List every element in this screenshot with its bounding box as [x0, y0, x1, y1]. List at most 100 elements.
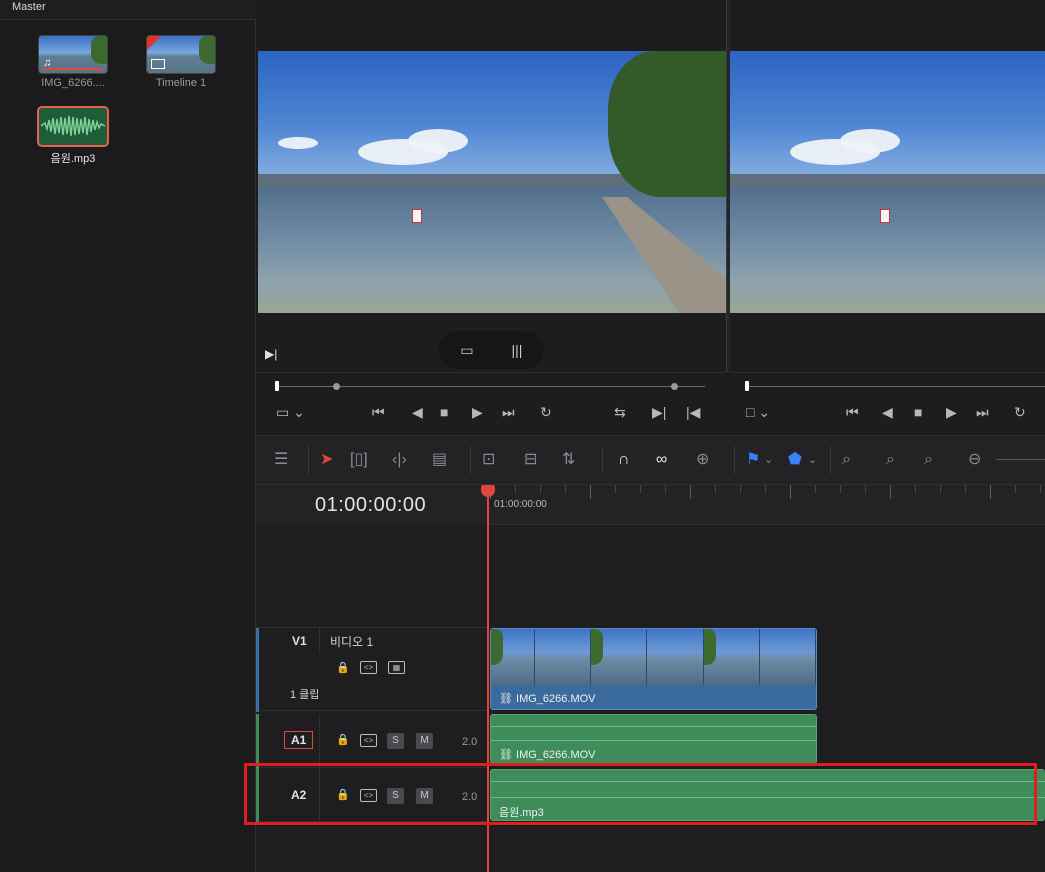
timeline-scrub-handle[interactable]: [745, 381, 749, 391]
ruler-tick: [815, 485, 816, 493]
lock-icon[interactable]: 🔒: [336, 661, 350, 674]
track-color-bar: [256, 714, 259, 768]
reverse-icon[interactable]: ◀: [882, 404, 893, 421]
timeline-badge-icon: [147, 36, 161, 50]
linked-selection-icon[interactable]: ∞: [656, 450, 667, 470]
ruler-tick: [790, 485, 791, 499]
source-viewer-image: [258, 51, 726, 313]
music-note-icon: ♫: [43, 57, 52, 69]
auto-select-icon[interactable]: <>: [360, 661, 377, 674]
first-frame-icon[interactable]: ⏮: [372, 404, 385, 421]
auto-select-icon[interactable]: <>: [360, 734, 377, 747]
timeline-scrub-bar[interactable]: [747, 386, 1045, 387]
waveform-icon: [40, 115, 106, 137]
overwrite-clip-icon[interactable]: ⊟: [524, 450, 537, 470]
solo-button[interactable]: S: [387, 733, 404, 749]
ruler-tick: [965, 485, 966, 493]
ruler-tick: [1040, 485, 1041, 493]
timeline-viewer: [730, 0, 1045, 372]
loop-icon[interactable]: ↻: [540, 404, 552, 421]
ruler-tick: [890, 485, 891, 499]
play-icon[interactable]: ▶: [472, 404, 483, 421]
ruler-tick: [915, 485, 916, 493]
track-header-v1[interactable]: V1 비디오 1 🔒 <> ▦ 1 클립: [256, 627, 488, 712]
mute-button[interactable]: M: [416, 733, 433, 749]
media-pool-item-timeline[interactable]: Timeline 1: [136, 35, 226, 89]
play-icon[interactable]: ▶: [946, 404, 957, 421]
loop-icon[interactable]: ↻: [1014, 404, 1026, 421]
chevron-down-icon[interactable]: ⌄: [764, 450, 773, 470]
timeline-view-options-icon[interactable]: ☰: [274, 450, 288, 470]
timeline-transport: □ ⌄ ⏮ ◀ ■ ▶ ⏭ ↻: [746, 404, 1045, 426]
video-clip[interactable]: ⛓ IMG_6266.MOV: [490, 628, 817, 710]
timeline-ruler[interactable]: 01:00:00:00: [488, 485, 1045, 525]
marker-icon[interactable]: ⬟: [788, 450, 802, 470]
match-frame-icon[interactable]: ⇆: [614, 404, 626, 421]
first-frame-icon[interactable]: ⏮: [846, 404, 859, 421]
last-frame-icon[interactable]: ⏭: [502, 404, 515, 421]
source-scrub-bar[interactable]: [277, 386, 705, 387]
waveform-icon[interactable]: |||: [491, 331, 543, 369]
ruler-tick: [515, 485, 516, 493]
clip-view-icon[interactable]: ▭ ⌄: [276, 404, 305, 421]
replace-clip-icon[interactable]: ⇅: [562, 450, 575, 470]
zoom-detail-icon[interactable]: ⌕: [886, 450, 895, 470]
media-pool-item-label: 음원.mp3: [50, 153, 96, 165]
link-icon: ⛓: [499, 693, 517, 705]
track-color-bar: [256, 628, 259, 712]
zoom-out-icon[interactable]: ⊖: [968, 450, 981, 470]
timecode-display: 01:00:00:00: [256, 485, 488, 525]
media-pool-item-video[interactable]: ♫ IMG_6266....: [28, 35, 118, 89]
ruler-tick: [990, 485, 991, 499]
track-name[interactable]: 비디오 1: [330, 633, 373, 650]
track-header-a1[interactable]: A1 🔒 <> S M 2.0: [256, 714, 488, 768]
ruler-tick: [540, 485, 541, 493]
ruler-tick: [765, 485, 766, 493]
blade-tool-icon[interactable]: ▤: [432, 450, 447, 470]
film-icon[interactable]: ▦: [388, 661, 405, 674]
clip-name-text: IMG_6266.MOV: [516, 749, 596, 761]
mark-out-icon[interactable]: |◀: [686, 404, 700, 421]
timeline-thumbnail: [146, 35, 216, 74]
track-id: V1: [292, 634, 307, 648]
viewer-area: ▶| ▭ ||| ▶| ▶|: [256, 0, 1045, 435]
ruler-tick: [665, 485, 666, 493]
zoom-custom-icon[interactable]: ⌕: [924, 450, 933, 470]
skip-to-end-icon[interactable]: ▶|: [265, 347, 277, 361]
mark-in-handle[interactable]: [333, 383, 340, 390]
ruler-tick: [640, 485, 641, 493]
audio-clip-a1[interactable]: ⛓ IMG_6266.MOV: [490, 714, 817, 764]
last-frame-icon[interactable]: ⏭: [976, 404, 989, 421]
position-lock-icon[interactable]: ⊕: [696, 450, 709, 470]
chevron-down-icon[interactable]: ⌄: [808, 450, 817, 470]
stop-icon[interactable]: ■: [440, 404, 448, 420]
source-transport: ▭ ⌄ ⏮ ◀ ■ ▶ ⏭ ↻ ⇆ ▶| |◀: [276, 404, 736, 426]
lock-icon[interactable]: 🔒: [336, 733, 350, 746]
media-pool-item-audio[interactable]: 음원.mp3: [28, 106, 118, 166]
source-viewer: ▶| ▭ |||: [256, 0, 726, 372]
ruler-tick: [865, 485, 866, 493]
reverse-icon[interactable]: ◀: [412, 404, 423, 421]
source-scrub-handle[interactable]: [275, 381, 279, 391]
selection-tool-icon[interactable]: ➤: [320, 450, 333, 470]
stop-icon[interactable]: ■: [914, 404, 922, 420]
dynamic-trim-icon[interactable]: ‹|›: [392, 450, 407, 470]
insert-clip-icon[interactable]: ⊡: [482, 450, 495, 470]
flag-icon[interactable]: ⚑: [746, 450, 760, 470]
mark-in-icon[interactable]: ▶|: [652, 404, 666, 421]
audio-thumbnail: [37, 106, 109, 147]
snapping-icon[interactable]: ∩: [618, 450, 630, 470]
link-icon: ⛓: [499, 749, 517, 761]
timeline-viewer-image: [730, 51, 1045, 313]
media-pool-header: Master: [0, 0, 256, 20]
zoom-slider[interactable]: [996, 459, 1045, 460]
zoom-full-icon[interactable]: ⌕: [842, 450, 851, 470]
film-icon[interactable]: ▭: [441, 331, 493, 369]
trim-tool-icon[interactable]: [▯]: [350, 450, 368, 470]
track-volume: 2.0: [462, 736, 478, 748]
clip-name: ⛓ IMG_6266.MOV: [499, 692, 596, 705]
ruler-tick: [740, 485, 741, 493]
ruler-tick: [615, 485, 616, 493]
mark-out-handle[interactable]: [671, 383, 678, 390]
viewer-options-icon[interactable]: □ ⌄: [746, 404, 770, 421]
